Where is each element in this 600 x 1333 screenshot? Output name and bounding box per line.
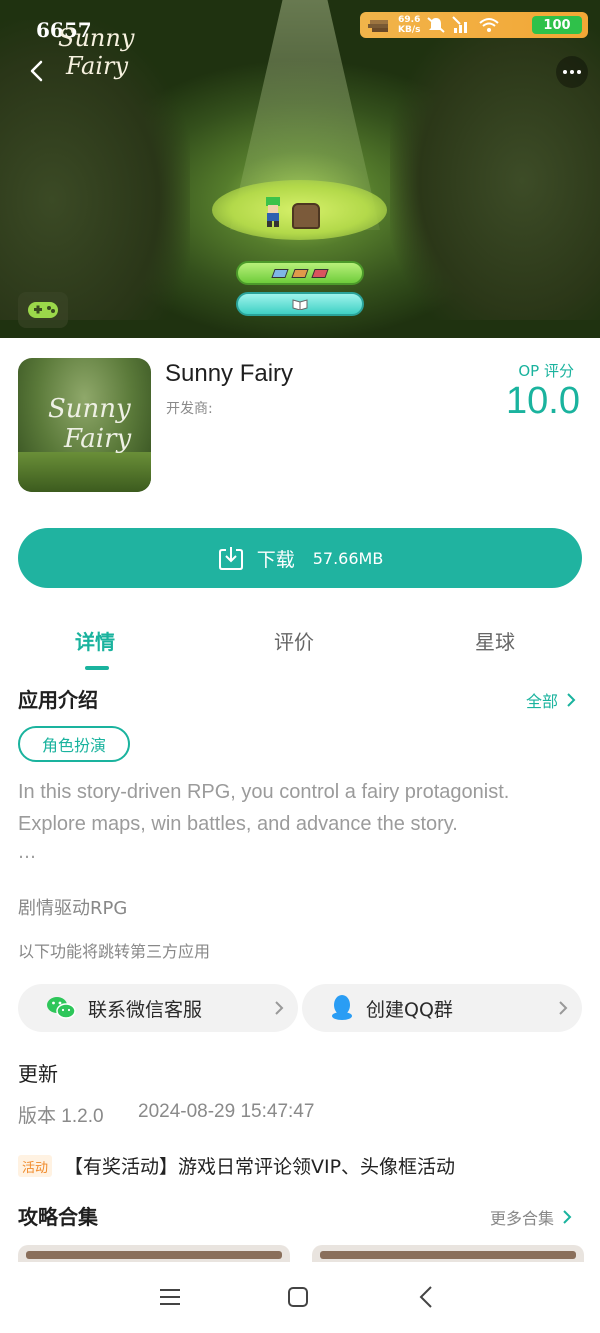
dot-icon	[577, 70, 581, 74]
app-subtitle: 剧情驱动RPG	[18, 898, 128, 919]
app-icon: Sunny Fairy	[18, 358, 151, 492]
event-link[interactable]: 【有奖活动】游戏日常评论领VIP、头像框活动	[64, 1152, 455, 1179]
fairy-character-sprite	[266, 197, 280, 227]
blue-gem-icon	[271, 268, 289, 278]
genre-tag-label: 角色扮演	[42, 736, 107, 755]
home-square-icon	[288, 1287, 308, 1307]
more-options-button[interactable]	[556, 56, 588, 88]
gamepad-icon	[28, 302, 58, 318]
dot-icon	[563, 70, 567, 74]
books-icon	[368, 20, 388, 32]
tab-indicator	[85, 666, 109, 670]
battery-level: 100	[543, 17, 571, 33]
event-badge-label: 活动	[22, 1160, 49, 1176]
download-label: 下载	[256, 548, 295, 571]
red-gem-icon	[311, 268, 329, 278]
description-ellipsis[interactable]: …	[18, 842, 36, 863]
app-icon-title-line-1: Sunny	[48, 394, 131, 424]
download-size: 57.66MB	[312, 548, 384, 568]
score-value: 10.0	[506, 380, 580, 422]
menu-icon	[160, 1289, 180, 1305]
net-speed-unit: KB/s	[398, 25, 421, 35]
tab-planet[interactable]: 星球	[475, 626, 515, 655]
guides-title: 攻略合集	[18, 1205, 98, 1229]
wechat-icon	[47, 997, 76, 1019]
book-button[interactable]	[236, 292, 364, 316]
app-icon-title-line-2: Fairy	[64, 424, 132, 454]
logo-line-2: Fairy	[66, 52, 129, 80]
developer-label: 开发商:	[166, 401, 213, 417]
wechat-service-link[interactable]: 联系微信客服	[18, 984, 298, 1032]
status-bar: 69.6 KB/s 100	[360, 12, 588, 38]
tab-reviews[interactable]: 评价	[274, 626, 314, 655]
app-name: Sunny Fairy	[165, 360, 294, 387]
guide-card-image	[26, 1251, 282, 1259]
download-icon	[218, 547, 243, 570]
intro-title: 应用介绍	[18, 688, 98, 712]
wechat-link-label: 联系微信客服	[88, 998, 203, 1021]
chevron-left-icon	[30, 60, 43, 82]
genre-tag[interactable]: 角色扮演	[18, 726, 131, 762]
update-title: 更新	[18, 1062, 58, 1086]
back-nav-button[interactable]	[411, 1282, 441, 1312]
signal-icon	[452, 16, 468, 33]
home-button[interactable]	[283, 1282, 313, 1312]
gem-selector-button[interactable]	[236, 261, 364, 285]
chevron-left-icon	[419, 1286, 432, 1308]
wifi-icon	[479, 18, 500, 32]
guides-more-link[interactable]: 更多合集	[490, 1205, 572, 1229]
system-navigation-bar	[0, 1262, 600, 1333]
version-label: 版本 1.2.0	[18, 1106, 104, 1127]
qq-link-label: 创建QQ群	[366, 998, 453, 1021]
qq-icon	[332, 995, 352, 1020]
hero-banner: 6657 Sunny Fairy 69.6 KB/s 100	[0, 0, 600, 338]
score-label: OP 评分	[518, 362, 574, 380]
dot-icon	[570, 70, 574, 74]
tree-stump	[292, 203, 320, 229]
bell-muted-icon	[427, 17, 446, 33]
logo-line-1: Sunny	[58, 24, 135, 52]
qq-group-link[interactable]: 创建QQ群	[302, 984, 582, 1032]
chevron-right-icon	[559, 1001, 568, 1015]
network-speed: 69.6 KB/s	[398, 15, 420, 35]
gamepad-button[interactable]	[18, 292, 68, 328]
download-button[interactable]: 下载 57.66MB	[18, 528, 582, 588]
event-badge: 活动	[18, 1155, 53, 1177]
intro-more-link[interactable]: 全部	[526, 688, 576, 712]
update-date: 2024-08-29 15:47:47	[138, 1101, 315, 1122]
recent-apps-button[interactable]	[155, 1282, 185, 1312]
chevron-right-icon	[275, 1001, 284, 1015]
book-icon	[292, 299, 308, 310]
guides-more-label: 更多合集	[490, 1209, 555, 1228]
back-button[interactable]	[22, 56, 52, 86]
chevron-right-icon	[563, 1210, 572, 1224]
third-party-note: 以下功能将跳转第三方应用	[18, 942, 211, 961]
tab-details[interactable]: 详情	[75, 626, 115, 655]
battery-indicator: 100	[532, 16, 582, 34]
orange-gem-icon	[291, 268, 309, 278]
chevron-right-icon	[567, 693, 576, 707]
app-description: In this story-driven RPG, you control a …	[18, 781, 510, 835]
guide-card-image	[320, 1251, 576, 1259]
intro-more-label: 全部	[526, 692, 559, 711]
net-speed-value: 69.6	[398, 15, 421, 25]
icon-ground	[18, 452, 151, 492]
